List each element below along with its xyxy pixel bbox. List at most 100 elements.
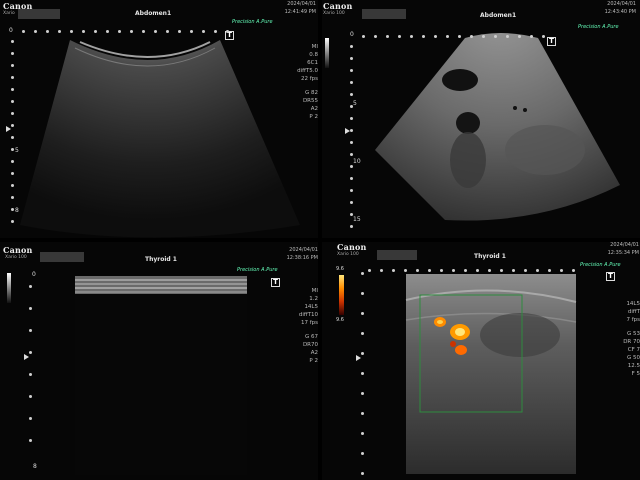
depth-tick — [11, 136, 14, 139]
lateral-tick — [572, 269, 575, 272]
precision-text: Precision — [580, 262, 603, 268]
apure-text: A.Pure — [602, 24, 619, 30]
depth-tick — [350, 93, 353, 96]
parameter-panel: MI 1.2 14L5 diffT10 17 fps G 67 DR70 A2 … — [286, 287, 318, 365]
model-label: Xario 100 — [337, 252, 359, 257]
brand-logo: Canon — [323, 1, 353, 11]
lateral-tick — [482, 35, 485, 38]
lateral-tick — [518, 35, 521, 38]
depth-tick — [350, 117, 353, 120]
param-fps: 17 fps — [300, 320, 318, 326]
depth-tick — [29, 417, 32, 420]
precision-label: Precision A.Pure — [578, 24, 619, 30]
depth-tick — [350, 81, 353, 84]
transducer-marker-icon: T — [271, 278, 280, 287]
depth-tick — [11, 40, 14, 43]
focus-marker-icon[interactable] — [6, 126, 11, 132]
param-probe: 6C1 — [307, 60, 318, 66]
depth-tick — [11, 184, 14, 187]
viewport-thyroid-doppler[interactable]: Canon Xario 100 Thyroid 1 2024/04/01 12:… — [320, 240, 640, 480]
lateral-tick — [380, 269, 383, 272]
lateral-tick — [524, 269, 527, 272]
depth-tick — [361, 272, 364, 275]
datetime: 2024/04/01 12:41:49 PM — [250, 0, 316, 16]
exam-label: Abdomen1 — [135, 10, 172, 17]
depth-tick — [361, 472, 364, 475]
lateral-tick — [398, 35, 401, 38]
focus-marker-icon[interactable] — [345, 128, 350, 134]
depth-tick — [29, 439, 32, 442]
focus-marker-icon[interactable] — [24, 354, 29, 360]
lateral-tick — [70, 30, 73, 33]
depth-tick — [29, 307, 32, 310]
depth-tick — [11, 148, 14, 151]
depth-label-0: 0 — [32, 271, 36, 278]
depth-tick — [350, 153, 353, 156]
param-dr: DR 70 — [623, 339, 640, 345]
param-p: P 2 — [309, 358, 318, 364]
depth-tick — [11, 100, 14, 103]
param-cf: CF 7 — [627, 347, 640, 353]
lateral-tick — [190, 30, 193, 33]
depth-tick — [11, 76, 14, 79]
lateral-tick — [46, 30, 49, 33]
focus-marker-icon[interactable] — [356, 355, 361, 361]
lateral-tick — [130, 30, 133, 33]
depth-tick — [350, 213, 353, 216]
depth-tick — [350, 141, 353, 144]
depth-tick — [350, 129, 353, 132]
lateral-tick — [452, 269, 455, 272]
depth-tick — [11, 172, 14, 175]
depth-tick — [11, 88, 14, 91]
depth-tick — [361, 292, 364, 295]
lateral-tick — [118, 30, 121, 33]
depth-tick — [350, 69, 353, 72]
param-dr: DR70 — [302, 342, 318, 348]
param-mi-value: 1.2 — [309, 296, 318, 302]
param-cg: G 50 — [626, 355, 640, 361]
patient-info-redacted — [377, 250, 417, 260]
parameter-panel: 14L5 diffT 7 fps G 53 DR 70 CF 7 G 50 12… — [610, 300, 640, 378]
depth-label-0: 0 — [350, 31, 354, 38]
lateral-tick — [166, 30, 169, 33]
date-text: 2024/04/01 — [289, 247, 318, 253]
depth-scale — [349, 45, 355, 228]
param-f: F 5 — [631, 371, 640, 377]
patient-info-redacted — [18, 9, 60, 19]
depth-tick — [361, 352, 364, 355]
time-text: 12:35:34 PM — [607, 250, 639, 256]
time-text: 12:38:16 PM — [286, 255, 318, 261]
lateral-tick — [106, 30, 109, 33]
lateral-tick — [404, 269, 407, 272]
apure-text: A.Pure — [604, 262, 621, 268]
precision-text: Precision — [232, 19, 255, 25]
depth-scale — [28, 285, 34, 460]
grayscale-bar — [7, 273, 11, 303]
lateral-tick — [416, 269, 419, 272]
depth-tick — [29, 351, 32, 354]
lateral-tick — [512, 269, 515, 272]
param-probe: 14L5 — [304, 304, 318, 310]
depth-scale — [360, 272, 366, 475]
depth-tick — [11, 64, 14, 67]
brand-logo: Canon — [3, 245, 33, 255]
lateral-tick — [410, 35, 413, 38]
lateral-scale — [368, 269, 578, 273]
lateral-scale — [22, 30, 232, 34]
lateral-tick — [500, 269, 503, 272]
lateral-tick — [374, 35, 377, 38]
depth-tick — [361, 312, 364, 315]
divider-vertical — [318, 0, 322, 480]
viewport-thyroid-1[interactable]: Canon Xario 100 Thyroid 1 2024/04/01 12:… — [0, 240, 320, 480]
precision-label: Precision A.Pure — [232, 19, 273, 25]
color-scale-top: 9.6 — [336, 266, 344, 272]
lateral-tick — [542, 35, 545, 38]
viewport-abdomen-1[interactable]: Canon Xario Abdomen1 2024/04/01 12:41:49… — [0, 0, 320, 240]
lateral-tick — [202, 30, 205, 33]
param-freq: diffT5.0 — [297, 68, 318, 74]
param-fps: 7 fps — [626, 317, 640, 323]
param-dr: DR55 — [302, 98, 318, 104]
grayscale-bar — [325, 38, 329, 68]
depth-tick — [361, 332, 364, 335]
viewport-abdomen-2[interactable]: Canon Xario 100 Abdomen1 2024/04/01 12:4… — [320, 0, 640, 240]
